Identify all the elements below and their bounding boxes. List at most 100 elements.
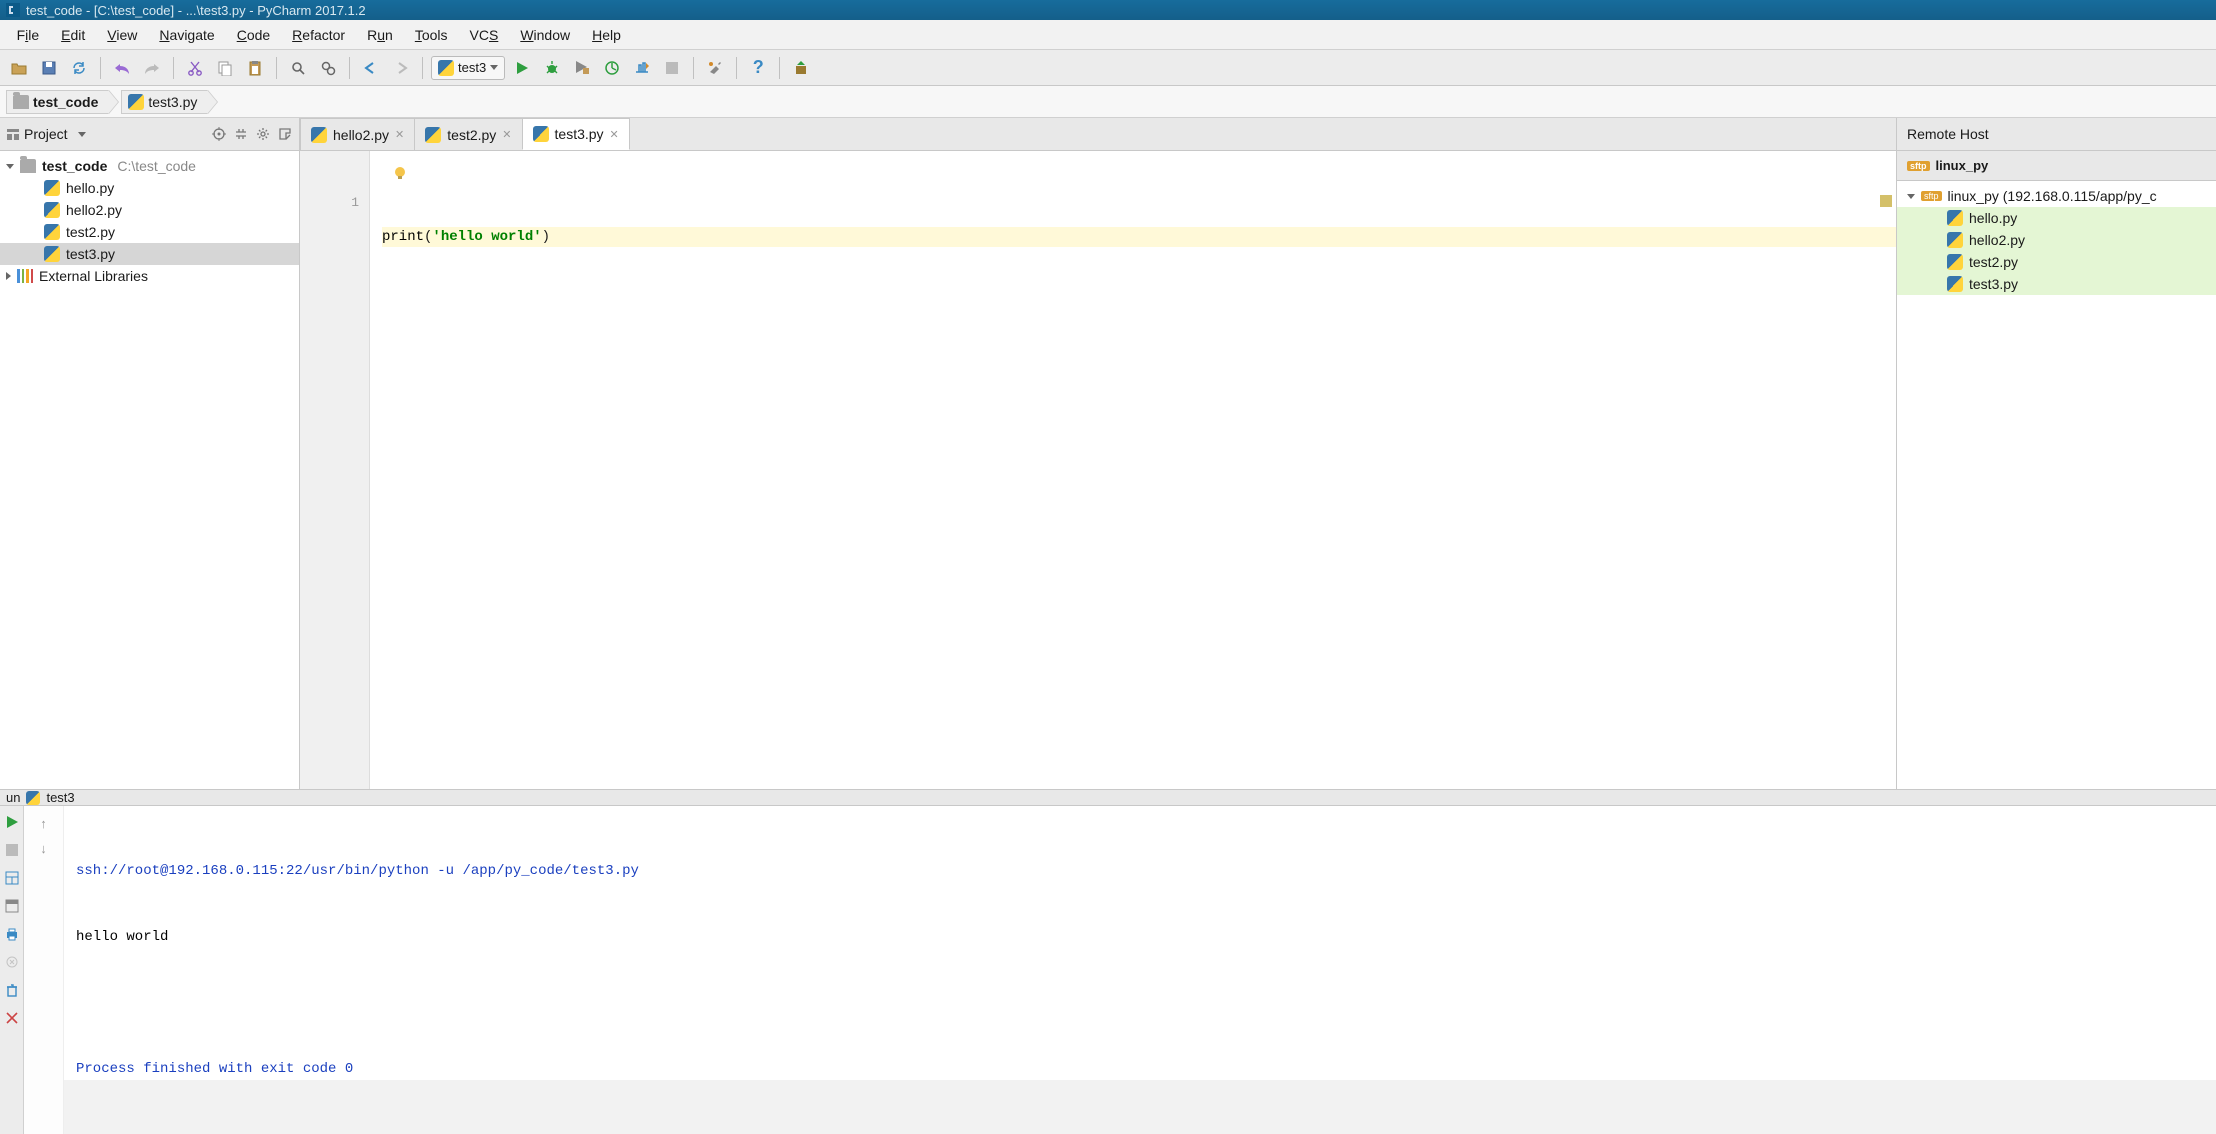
stop-icon[interactable] (2, 840, 22, 860)
close-icon[interactable]: ✕ (610, 128, 619, 141)
menu-refactor[interactable]: Refactor (282, 24, 355, 46)
copy-icon[interactable] (212, 55, 238, 81)
open-icon[interactable] (6, 55, 32, 81)
close-icon[interactable]: ✕ (395, 128, 404, 141)
paste-icon[interactable] (242, 55, 268, 81)
window-title: test_code - [C:\test_code] - ...\test3.p… (26, 3, 366, 18)
rerun-icon[interactable] (2, 812, 22, 832)
run-side-toolbar (0, 806, 24, 1134)
collapse-all-icon[interactable] (233, 126, 249, 142)
run-tool-label: un (6, 790, 20, 805)
breadcrumb-root[interactable]: test_code (6, 90, 109, 114)
toolbar-separator (736, 57, 737, 79)
breadcrumb-root-label: test_code (33, 94, 98, 110)
profile-icon[interactable] (599, 55, 625, 81)
forward-icon[interactable] (388, 55, 414, 81)
editor-tab-active[interactable]: test3.py ✕ (522, 118, 630, 150)
run-body: ↑ ↓ ssh://root@192.168.0.115:22/usr/bin/… (0, 806, 2216, 1134)
settings-icon[interactable] (702, 55, 728, 81)
replace-icon[interactable] (315, 55, 341, 81)
toolbar-separator (349, 57, 350, 79)
restore-layout-icon[interactable] (2, 868, 22, 888)
file-name: hello2.py (66, 202, 122, 218)
breadcrumb-file-label: test3.py (148, 94, 197, 110)
help-icon[interactable]: ? (745, 55, 771, 81)
redo-icon[interactable] (139, 55, 165, 81)
trash-icon[interactable] (2, 980, 22, 1000)
python-icon (1947, 254, 1963, 270)
back-icon[interactable] (358, 55, 384, 81)
locate-icon[interactable] (211, 126, 227, 142)
project-file[interactable]: hello.py (0, 177, 299, 199)
editor-tab-bar: hello2.py ✕ test2.py ✕ test3.py ✕ (300, 118, 1896, 151)
debug-icon[interactable] (539, 55, 565, 81)
menu-file[interactable]: FileFile (6, 24, 49, 46)
pin-icon[interactable] (2, 896, 22, 916)
chevron-down-icon[interactable] (78, 132, 86, 137)
menu-vcs[interactable]: VCS (460, 24, 509, 46)
remote-file[interactable]: test3.py (1897, 273, 2216, 295)
coverage-icon[interactable] (569, 55, 595, 81)
close-icon[interactable]: ✕ (502, 128, 511, 141)
file-name: hello.py (66, 180, 114, 196)
run-config-selector[interactable]: test3 (431, 56, 505, 80)
menu-view[interactable]: View (97, 24, 147, 46)
undo-icon[interactable] (109, 55, 135, 81)
menu-code[interactable]: Code (227, 24, 280, 46)
gear-icon[interactable] (255, 126, 271, 142)
tab-label: test2.py (447, 127, 496, 143)
toolbar-separator (100, 57, 101, 79)
project-title: Project (24, 126, 68, 142)
python-icon (44, 180, 60, 196)
menu-edit[interactable]: Edit (51, 24, 95, 46)
app-icon (6, 3, 20, 17)
save-all-icon[interactable] (36, 55, 62, 81)
breadcrumb-bar: test_code test3.py (0, 86, 2216, 118)
remote-host-selector[interactable]: sftp linux_py (1897, 151, 2216, 181)
find-icon[interactable] (285, 55, 311, 81)
file-name: test3.py (66, 246, 115, 262)
expand-icon (6, 164, 14, 169)
breadcrumb-file[interactable]: test3.py (121, 90, 208, 114)
code-token-paren: ) (542, 229, 550, 245)
project-file-selected[interactable]: test3.py (0, 243, 299, 265)
project-file[interactable]: test2.py (0, 221, 299, 243)
attach-icon[interactable] (629, 55, 655, 81)
run-tab-bar: un test3 (0, 790, 2216, 806)
main-toolbar: test3 ? (0, 50, 2216, 86)
remote-host-header: Remote Host (1897, 118, 2216, 151)
run-console[interactable]: ssh://root@192.168.0.115:22/usr/bin/pyth… (64, 806, 2216, 1134)
remote-file[interactable]: test2.py (1897, 251, 2216, 273)
print-icon[interactable] (2, 924, 22, 944)
remote-file[interactable]: hello2.py (1897, 229, 2216, 251)
project-file[interactable]: hello2.py (0, 199, 299, 221)
menu-tools[interactable]: Tools (405, 24, 458, 46)
remote-file[interactable]: hello.py (1897, 207, 2216, 229)
console-command: ssh://root@192.168.0.115:22/usr/bin/pyth… (76, 860, 2204, 882)
menu-help[interactable]: Help (582, 24, 631, 46)
sync-icon[interactable] (66, 55, 92, 81)
menu-navigate[interactable]: Navigate (149, 24, 224, 46)
run-icon[interactable] (509, 55, 535, 81)
external-libraries-label: External Libraries (39, 268, 148, 284)
external-libraries[interactable]: External Libraries (0, 265, 299, 287)
close-icon[interactable] (2, 1008, 22, 1028)
update-icon[interactable] (788, 55, 814, 81)
project-root[interactable]: test_code C:\test_code (0, 155, 299, 177)
menu-run[interactable]: Run (357, 24, 403, 46)
arrow-down-icon[interactable]: ↓ (40, 841, 47, 856)
cut-icon[interactable] (182, 55, 208, 81)
folder-icon (13, 95, 29, 109)
folder-icon (20, 159, 36, 173)
editor-tab[interactable]: hello2.py ✕ (300, 118, 415, 150)
code-editor[interactable]: print('hello world') (370, 151, 1896, 789)
dump-threads-icon[interactable] (2, 952, 22, 972)
menu-window[interactable]: Window (510, 24, 580, 46)
editor-tab[interactable]: test2.py ✕ (414, 118, 522, 150)
remote-file-name: test2.py (1969, 254, 2018, 270)
toolbar-separator (276, 57, 277, 79)
arrow-up-icon[interactable]: ↑ (40, 816, 47, 831)
stop-icon[interactable] (659, 55, 685, 81)
remote-root[interactable]: sftp linux_py (192.168.0.115/app/py_c (1897, 185, 2216, 207)
hide-icon[interactable] (277, 126, 293, 142)
